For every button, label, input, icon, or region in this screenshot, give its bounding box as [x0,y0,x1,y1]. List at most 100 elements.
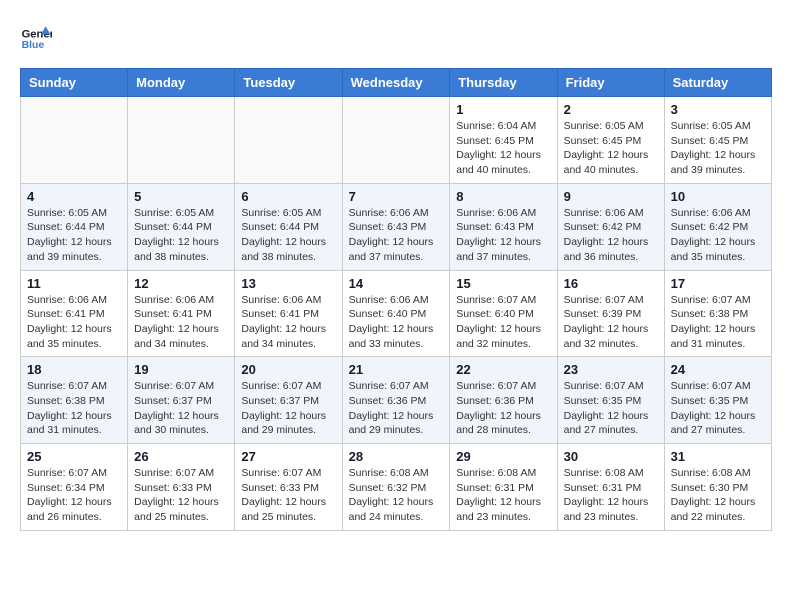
calendar-cell [235,97,342,184]
weekday-header-friday: Friday [557,69,664,97]
calendar-cell [128,97,235,184]
day-info: Sunrise: 6:08 AM Sunset: 6:32 PM Dayligh… [349,466,444,525]
calendar-cell: 24Sunrise: 6:07 AM Sunset: 6:35 PM Dayli… [664,357,771,444]
day-number: 20 [241,362,335,377]
day-info: Sunrise: 6:05 AM Sunset: 6:45 PM Dayligh… [671,119,765,178]
calendar-week-row: 11Sunrise: 6:06 AM Sunset: 6:41 PM Dayli… [21,270,772,357]
calendar-cell: 13Sunrise: 6:06 AM Sunset: 6:41 PM Dayli… [235,270,342,357]
day-info: Sunrise: 6:07 AM Sunset: 6:38 PM Dayligh… [27,379,121,438]
calendar-week-row: 25 Sunrise: 6:07 AM Sunset: 6:34 PM Dayli… [21,444,772,531]
day-number: 23 [564,362,658,377]
day-number: 14 [349,276,444,291]
day-info: Sunrise: 6:07 AM Sunset: 6:39 PM Dayligh… [564,293,658,352]
day-number: 26 [134,449,228,464]
day-info: Sunrise: 6:07 AM Sunset: 6:33 PM Dayligh… [134,466,228,525]
calendar-cell: 22 Sunrise: 6:07 AM Sunset: 6:36 PM Dayli… [450,357,557,444]
weekday-header-monday: Monday [128,69,235,97]
calendar-cell: 26 Sunrise: 6:07 AM Sunset: 6:33 PM Dayli… [128,444,235,531]
calendar-cell [342,97,450,184]
day-number: 19 [134,362,228,377]
calendar-cell: 31 Sunrise: 6:08 AM Sunset: 6:30 PM Dayli… [664,444,771,531]
calendar-cell: 30 Sunrise: 6:08 AM Sunset: 6:31 PM Dayli… [557,444,664,531]
calendar-cell: 14 Sunrise: 6:06 AM Sunset: 6:40 PM Dayli… [342,270,450,357]
day-info: Sunrise: 6:07 AM Sunset: 6:33 PM Dayligh… [241,466,335,525]
day-number: 10 [671,189,765,204]
day-info: Sunrise: 6:06 AM Sunset: 6:41 PM Dayligh… [241,293,335,352]
day-info: Sunrise: 6:06 AM Sunset: 6:43 PM Dayligh… [349,206,444,265]
day-info: Sunrise: 6:06 AM Sunset: 6:41 PM Dayligh… [134,293,228,352]
day-info: Sunrise: 6:07 AM Sunset: 6:36 PM Dayligh… [456,379,550,438]
day-info: Sunrise: 6:07 AM Sunset: 6:35 PM Dayligh… [564,379,658,438]
calendar-cell: 6 Sunrise: 6:05 AM Sunset: 6:44 PM Daylig… [235,183,342,270]
calendar-cell [21,97,128,184]
day-info: Sunrise: 6:06 AM Sunset: 6:41 PM Dayligh… [27,293,121,352]
day-number: 12 [134,276,228,291]
day-number: 6 [241,189,335,204]
calendar-cell: 12 Sunrise: 6:06 AM Sunset: 6:41 PM Dayli… [128,270,235,357]
day-number: 3 [671,102,765,117]
calendar-cell: 29 Sunrise: 6:08 AM Sunset: 6:31 PM Dayli… [450,444,557,531]
calendar-cell: 8Sunrise: 6:06 AM Sunset: 6:43 PM Daylig… [450,183,557,270]
day-number: 17 [671,276,765,291]
day-number: 30 [564,449,658,464]
svg-text:Blue: Blue [22,40,45,51]
weekday-header-thursday: Thursday [450,69,557,97]
day-number: 9 [564,189,658,204]
day-info: Sunrise: 6:07 AM Sunset: 6:37 PM Dayligh… [134,379,228,438]
calendar-week-row: 1 Sunrise: 6:04 AM Sunset: 6:45 PM Daylig… [21,97,772,184]
day-info: Sunrise: 6:06 AM Sunset: 6:43 PM Dayligh… [456,206,550,265]
day-info: Sunrise: 6:07 AM Sunset: 6:36 PM Dayligh… [349,379,444,438]
weekday-header-wednesday: Wednesday [342,69,450,97]
calendar-table: SundayMondayTuesdayWednesdayThursdayFrid… [20,68,772,531]
day-info: Sunrise: 6:06 AM Sunset: 6:42 PM Dayligh… [564,206,658,265]
day-info: Sunrise: 6:08 AM Sunset: 6:31 PM Dayligh… [456,466,550,525]
calendar-header-row: SundayMondayTuesdayWednesdayThursdayFrid… [21,69,772,97]
day-info: Sunrise: 6:05 AM Sunset: 6:44 PM Dayligh… [134,206,228,265]
calendar-cell: 20 Sunrise: 6:07 AM Sunset: 6:37 PM Dayli… [235,357,342,444]
weekday-header-saturday: Saturday [664,69,771,97]
weekday-header-sunday: Sunday [21,69,128,97]
calendar-week-row: 18 Sunrise: 6:07 AM Sunset: 6:38 PM Dayli… [21,357,772,444]
calendar-cell: 19 Sunrise: 6:07 AM Sunset: 6:37 PM Dayli… [128,357,235,444]
day-number: 24 [671,362,765,377]
day-number: 21 [349,362,444,377]
day-number: 22 [456,362,550,377]
day-number: 7 [349,189,444,204]
day-info: Sunrise: 6:05 AM Sunset: 6:44 PM Dayligh… [241,206,335,265]
day-number: 18 [27,362,121,377]
day-number: 5 [134,189,228,204]
calendar-week-row: 4Sunrise: 6:05 AM Sunset: 6:44 PM Daylig… [21,183,772,270]
calendar-cell: 25 Sunrise: 6:07 AM Sunset: 6:34 PM Dayli… [21,444,128,531]
logo-icon: General Blue [20,20,52,52]
day-info: Sunrise: 6:05 AM Sunset: 6:44 PM Dayligh… [27,206,121,265]
weekday-header-tuesday: Tuesday [235,69,342,97]
calendar-cell: 17Sunrise: 6:07 AM Sunset: 6:38 PM Dayli… [664,270,771,357]
day-number: 27 [241,449,335,464]
day-number: 31 [671,449,765,464]
day-number: 2 [564,102,658,117]
day-info: Sunrise: 6:06 AM Sunset: 6:40 PM Dayligh… [349,293,444,352]
day-info: Sunrise: 6:08 AM Sunset: 6:31 PM Dayligh… [564,466,658,525]
calendar-cell: 2Sunrise: 6:05 AM Sunset: 6:45 PM Daylig… [557,97,664,184]
calendar-cell: 9 Sunrise: 6:06 AM Sunset: 6:42 PM Daylig… [557,183,664,270]
calendar-cell: 10 Sunrise: 6:06 AM Sunset: 6:42 PM Dayli… [664,183,771,270]
calendar-cell: 15Sunrise: 6:07 AM Sunset: 6:40 PM Dayli… [450,270,557,357]
day-info: Sunrise: 6:07 AM Sunset: 6:34 PM Dayligh… [27,466,121,525]
logo: General Blue [20,20,56,52]
calendar-cell: 28Sunrise: 6:08 AM Sunset: 6:32 PM Dayli… [342,444,450,531]
calendar-cell: 18 Sunrise: 6:07 AM Sunset: 6:38 PM Dayli… [21,357,128,444]
day-info: Sunrise: 6:07 AM Sunset: 6:37 PM Dayligh… [241,379,335,438]
calendar-cell: 16 Sunrise: 6:07 AM Sunset: 6:39 PM Dayli… [557,270,664,357]
day-number: 25 [27,449,121,464]
day-number: 1 [456,102,550,117]
day-info: Sunrise: 6:07 AM Sunset: 6:40 PM Dayligh… [456,293,550,352]
calendar-cell: 4Sunrise: 6:05 AM Sunset: 6:44 PM Daylig… [21,183,128,270]
day-info: Sunrise: 6:04 AM Sunset: 6:45 PM Dayligh… [456,119,550,178]
calendar-cell: 23 Sunrise: 6:07 AM Sunset: 6:35 PM Dayli… [557,357,664,444]
day-number: 16 [564,276,658,291]
day-info: Sunrise: 6:06 AM Sunset: 6:42 PM Dayligh… [671,206,765,265]
day-info: Sunrise: 6:08 AM Sunset: 6:30 PM Dayligh… [671,466,765,525]
calendar-cell: 11Sunrise: 6:06 AM Sunset: 6:41 PM Dayli… [21,270,128,357]
calendar-cell: 5 Sunrise: 6:05 AM Sunset: 6:44 PM Daylig… [128,183,235,270]
day-number: 29 [456,449,550,464]
